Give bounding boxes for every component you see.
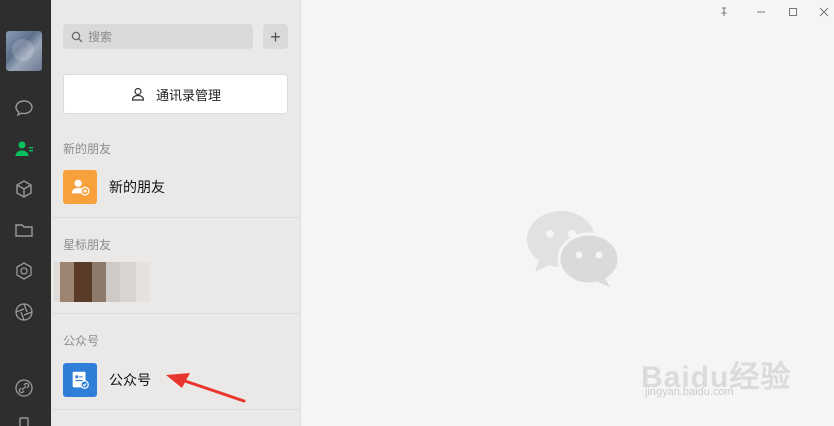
contacts-manage-label: 通讯录管理 — [155, 87, 221, 103]
contact-manage-icon — [131, 87, 145, 101]
new-friend-icon — [63, 170, 97, 204]
search-box[interactable] — [63, 24, 253, 49]
close-icon[interactable] — [816, 4, 832, 20]
moments-icon[interactable] — [12, 259, 36, 283]
contacts-panel: + 通讯录管理 新的朋友 新的朋友 星标朋友 公众号 公众号 — [51, 0, 301, 426]
official-accounts-label: 公众号 — [109, 372, 151, 388]
search-input[interactable] — [88, 29, 248, 44]
red-arrow-annotation — [166, 373, 246, 403]
avatar[interactable] — [6, 31, 42, 71]
folder-icon[interactable] — [12, 218, 36, 242]
section-title-new-friends: 新的朋友 — [63, 142, 112, 156]
wechat-logo-icon — [527, 211, 620, 287]
maximize-icon[interactable] — [785, 4, 801, 20]
main-content: Baidu经验 jingyan.baidu.com — [301, 0, 834, 426]
contacts-manage-button[interactable]: 通讯录管理 — [63, 74, 288, 114]
sidebar-rail — [0, 0, 51, 426]
contacts-icon[interactable] — [12, 137, 36, 161]
new-friends-label: 新的朋友 — [109, 179, 165, 195]
divider — [51, 217, 300, 218]
chat-icon[interactable] — [12, 96, 36, 120]
box-icon[interactable] — [12, 177, 36, 201]
phone-icon[interactable] — [12, 414, 36, 426]
section-title-starred: 星标朋友 — [63, 238, 112, 252]
list-item-new-friends[interactable]: 新的朋友 — [63, 169, 288, 205]
minimize-icon[interactable] — [753, 4, 769, 20]
pin-icon[interactable] — [716, 4, 732, 20]
divider — [51, 313, 300, 314]
aperture-icon[interactable] — [12, 300, 36, 324]
divider — [51, 409, 300, 410]
section-title-official-accounts: 公众号 — [63, 334, 100, 348]
baidu-watermark: Baidu经验 jingyan.baidu.com — [641, 352, 831, 412]
watermark-url: jingyan.baidu.com — [645, 386, 734, 398]
official-account-icon — [63, 363, 97, 397]
search-icon — [71, 31, 83, 42]
add-button[interactable]: + — [263, 24, 288, 49]
link-icon[interactable] — [12, 376, 36, 400]
starred-contact-blurred[interactable] — [54, 262, 150, 302]
